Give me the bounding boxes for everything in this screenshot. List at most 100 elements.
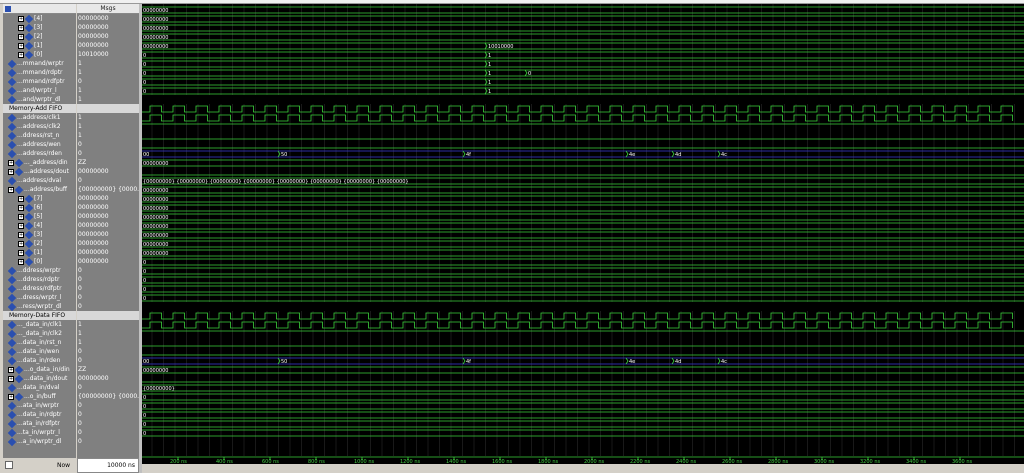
expand-toggle-icon[interactable]: + <box>18 222 24 229</box>
signal-names-pane[interactable]: + [4] + [3] + [2] + [1] + [0] ...mmand/wrptr ...mma… <box>3 14 76 458</box>
signal-row[interactable]: ...address/clk1 <box>3 113 76 122</box>
signal-row[interactable]: + ...data_in/dout <box>3 374 76 383</box>
signal-name: ...o_in/buff <box>24 393 56 400</box>
group-divider[interactable]: Memory-Data FIFO <box>3 311 76 320</box>
signal-row[interactable]: ...dress/wrptr_l <box>3 293 76 302</box>
signal-row[interactable]: + ...address/dout <box>3 167 76 176</box>
signal-row[interactable]: ...mmand/wrptr <box>3 59 76 68</box>
signal-value: 0 <box>78 420 82 427</box>
signal-row[interactable]: ...and/wrptr_l <box>3 86 76 95</box>
expand-toggle-icon[interactable]: + <box>18 195 24 202</box>
expand-toggle-icon[interactable]: + <box>18 204 24 211</box>
expand-toggle-icon[interactable]: + <box>18 42 24 49</box>
signal-value: 00000000 <box>78 258 109 265</box>
expand-toggle-icon[interactable]: + <box>18 258 24 265</box>
signal-row[interactable]: ...ddress/rdfptr <box>3 284 76 293</box>
values-header[interactable]: Msgs <box>77 4 139 14</box>
signal-row[interactable]: ..._data_in/clk2 <box>3 329 76 338</box>
signal-row[interactable]: ...data_in/rdptr <box>3 410 76 419</box>
signal-row[interactable]: ...ata_in/rdfptr <box>3 419 76 428</box>
expand-toggle-icon[interactable]: + <box>8 366 14 373</box>
cursor-icon[interactable] <box>5 461 13 469</box>
signal-row[interactable]: + [4] <box>3 14 76 23</box>
waveform-trace: 0 <box>142 393 1024 401</box>
signal-diamond-icon <box>7 293 17 302</box>
waveform-trace: 00000000 <box>142 240 1024 248</box>
signal-row[interactable]: + ...o_in/buff <box>3 392 76 401</box>
signal-name: ..._address/din <box>24 159 68 166</box>
waveform-pane[interactable]: 0000000000000000000000000000000000000000… <box>142 4 1024 464</box>
signal-row[interactable]: + ...address/buff <box>3 185 76 194</box>
signal-row[interactable]: ...data_in/wen <box>3 347 76 356</box>
signal-row[interactable]: + [7] <box>3 194 76 203</box>
wave-window-icon[interactable] <box>5 6 11 12</box>
expand-toggle-icon[interactable]: + <box>18 15 24 22</box>
signal-row[interactable]: ...ta_in/wrptr_l <box>3 428 76 437</box>
expand-toggle-icon[interactable]: + <box>18 24 24 31</box>
expand-toggle-icon[interactable]: + <box>18 240 24 247</box>
signal-row[interactable]: + [0] <box>3 257 76 266</box>
signal-row[interactable]: + [2] <box>3 32 76 41</box>
signal-name: [3] <box>34 231 43 238</box>
signal-row[interactable]: + [0] <box>3 50 76 59</box>
group-divider[interactable]: Memory-Add FIFO <box>3 104 76 113</box>
expand-toggle-icon[interactable]: + <box>8 186 14 193</box>
signal-row[interactable]: ...ddress/rst_n <box>3 131 76 140</box>
signal-row[interactable]: ...data_in/dval <box>3 383 76 392</box>
expand-toggle-icon[interactable]: + <box>8 168 14 175</box>
expand-toggle-icon[interactable]: + <box>8 393 14 400</box>
group-label: Memory-Add FIFO <box>9 105 63 112</box>
signal-row[interactable]: ...and/wrptr_dl <box>3 95 76 104</box>
expand-toggle-icon[interactable]: + <box>18 33 24 40</box>
signal-row[interactable]: ...data_in/rst_n <box>3 338 76 347</box>
expand-toggle-icon[interactable]: + <box>18 51 24 58</box>
expand-toggle-icon[interactable]: + <box>18 231 24 238</box>
signal-values-pane[interactable]: 00000000 00000000 00000000 00000000 10010000… <box>77 14 139 458</box>
signal-row[interactable]: ...address/clk2 <box>3 122 76 131</box>
waveform-trace: 0 <box>142 267 1024 275</box>
signal-name-header[interactable] <box>3 4 76 14</box>
waveform-trace: 00000000 <box>142 15 1024 23</box>
signal-row[interactable]: + [3] <box>3 230 76 239</box>
signal-name: [7] <box>34 195 43 202</box>
bus-value-label: 1 <box>488 89 491 95</box>
expand-toggle-icon[interactable]: + <box>8 159 14 166</box>
signal-row[interactable]: ...address/dval <box>3 176 76 185</box>
signal-row[interactable]: ...a_in/wrptr_dl <box>3 437 76 446</box>
waveform-trace: 00000000 <box>142 213 1024 221</box>
signal-row[interactable]: + [1] <box>3 248 76 257</box>
signal-row[interactable]: + [3] <box>3 23 76 32</box>
signal-diamond-icon <box>7 338 17 347</box>
signal-row[interactable]: ...address/rden <box>3 149 76 158</box>
waveform-trace: 00000000 <box>142 249 1024 257</box>
signal-row[interactable]: ...mmand/rdptr <box>3 68 76 77</box>
signal-row[interactable]: + ..._address/din <box>3 158 76 167</box>
axis-tick-label: 3400 ns <box>906 459 926 464</box>
signal-diamond-icon <box>7 347 17 356</box>
signal-row[interactable]: ...mmand/rdfptr <box>3 77 76 86</box>
signal-name: ..._data_in/clk2 <box>17 330 62 337</box>
expand-toggle-icon[interactable]: + <box>18 213 24 220</box>
expand-toggle-icon[interactable]: + <box>8 375 14 382</box>
signal-row[interactable]: + ...o_data_in/din <box>3 365 76 374</box>
signal-row[interactable]: ...ress/wrptr_dl <box>3 302 76 311</box>
signal-row[interactable]: + [6] <box>3 203 76 212</box>
signal-row[interactable]: ...ddress/wrptr <box>3 266 76 275</box>
expand-toggle-icon[interactable]: + <box>18 249 24 256</box>
signal-name: ...address/buff <box>24 186 68 193</box>
signal-row[interactable]: ...ddress/rdptr <box>3 275 76 284</box>
signal-row[interactable]: ...address/wen <box>3 140 76 149</box>
signal-row[interactable]: ...data_in/rden <box>3 356 76 365</box>
signal-row[interactable]: + [1] <box>3 41 76 50</box>
signal-diamond-icon <box>7 122 17 131</box>
bus-value-label: 0 <box>143 62 146 68</box>
signal-row[interactable]: ...ata_in/wrptr <box>3 401 76 410</box>
axis-tick-label: 2400 ns <box>676 459 696 464</box>
bus-transition <box>462 357 466 365</box>
signal-value: 00000000 <box>78 15 109 22</box>
signal-row[interactable]: + [5] <box>3 212 76 221</box>
signal-row[interactable]: + [2] <box>3 239 76 248</box>
signal-row[interactable]: + [4] <box>3 221 76 230</box>
signal-row[interactable]: ..._data_in/clk1 <box>3 320 76 329</box>
signal-value: 0 <box>78 438 82 445</box>
